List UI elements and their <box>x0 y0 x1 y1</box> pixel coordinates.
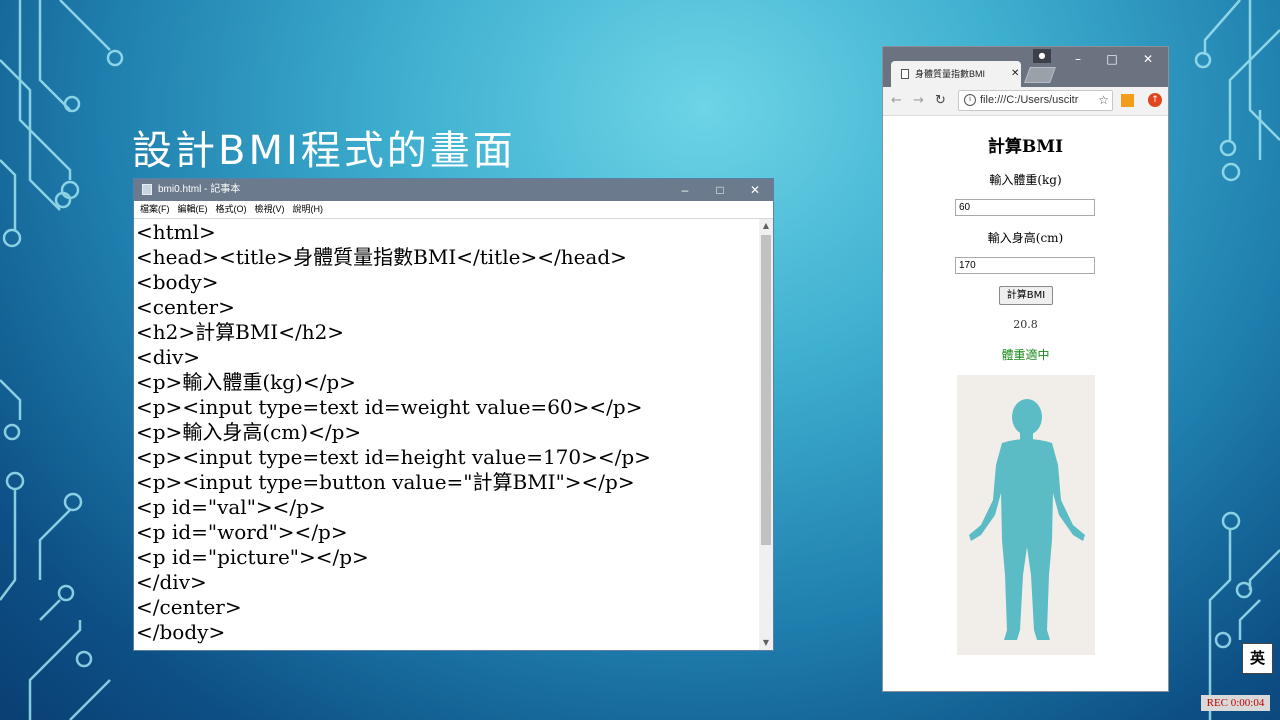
scroll-down-icon[interactable]: ▼ <box>759 636 773 650</box>
maximize-icon[interactable]: □ <box>703 179 737 201</box>
code-line: <body> <box>136 270 219 294</box>
forward-arrow-icon[interactable]: → <box>913 93 924 109</box>
address-bar[interactable]: i file:///C:/Users/uscitr ☆ <box>958 90 1113 111</box>
calculate-bmi-button[interactable]: 計算BMI <box>999 286 1053 305</box>
menu-format[interactable]: 格式(O) <box>216 201 247 218</box>
web-page: 計算BMI 輸入體重(kg) 輸入身高(cm) 計算BMI 20.8 體重適中 <box>883 116 1168 691</box>
notepad-title: bmi0.html - 記事本 <box>158 184 241 195</box>
code-line: <p><input type=text id=weight value=60><… <box>136 395 643 419</box>
body-figure-image <box>957 375 1095 655</box>
code-line: <p><input type=text id=height value=170>… <box>136 445 651 469</box>
weight-label: 輸入體重(kg) <box>989 173 1062 187</box>
code-line: <center> <box>136 295 235 319</box>
close-icon[interactable]: ✕ <box>738 179 772 201</box>
recording-indicator: REC 0:00:04 <box>1201 695 1270 711</box>
weight-input[interactable] <box>955 199 1095 216</box>
browser-close-icon[interactable]: ✕ <box>1131 49 1165 69</box>
tab-title: 身體質量指數BMI <box>915 69 986 79</box>
browser-titlebar[interactable]: 身體質量指數BMI ✕ ● – □ ✕ <box>883 47 1168 87</box>
info-icon[interactable]: i <box>964 94 976 107</box>
slide-title: 設計BMI程式的畫面 <box>132 128 516 174</box>
browser-maximize-icon[interactable]: □ <box>1095 49 1129 69</box>
notepad-menubar: 檔案(F) 編輯(E) 格式(O) 檢視(V) 說明(H) <box>134 201 773 219</box>
notepad-icon <box>142 184 152 195</box>
code-line: <html> <box>136 220 216 244</box>
back-arrow-icon[interactable]: ← <box>891 93 902 109</box>
document-icon <box>901 69 909 79</box>
address-text: file:///C:/Users/uscitr <box>980 94 1079 106</box>
browser-window: 身體質量指數BMI ✕ ● – □ ✕ ← → ↻ i file:///C:/Us… <box>882 46 1169 692</box>
bmi-category: 體重適中 <box>1001 348 1050 362</box>
ime-indicator[interactable]: 英 <box>1242 643 1273 674</box>
tab-close-icon[interactable]: ✕ <box>1011 61 1019 87</box>
code-line: <p id="val"></p> <box>136 495 326 519</box>
browser-toolbar: ← → ↻ i file:///C:/Users/uscitr ☆ ↑ <box>883 87 1168 116</box>
code-line: <head><title>身體質量指數BMI</title></head> <box>136 245 627 269</box>
bookmark-star-icon[interactable]: ☆ <box>1098 91 1109 110</box>
minimize-icon[interactable]: – <box>668 179 702 201</box>
notepad-scrollbar[interactable]: ▲ ▼ <box>759 219 773 650</box>
code-line: <p>輸入身高(cm)</p> <box>136 420 362 444</box>
menu-help[interactable]: 說明(H) <box>293 201 324 218</box>
browser-minimize-icon[interactable]: – <box>1061 49 1095 69</box>
height-input[interactable] <box>955 257 1095 274</box>
page-heading: 計算BMI <box>987 137 1064 157</box>
code-line: <div> <box>136 345 201 369</box>
extension-icon[interactable] <box>1121 94 1134 107</box>
new-tab-button[interactable] <box>1024 67 1056 83</box>
browser-tab[interactable]: 身體質量指數BMI ✕ <box>891 61 1021 87</box>
code-line: <p id="word"></p> <box>136 520 348 544</box>
extension-alert-icon[interactable]: ↑ <box>1148 93 1162 107</box>
scroll-up-icon[interactable]: ▲ <box>759 219 773 233</box>
code-line: </div> <box>136 570 207 594</box>
menu-file[interactable]: 檔案(F) <box>140 201 170 218</box>
code-line: <h2>計算BMI</h2> <box>136 320 345 344</box>
profile-icon[interactable]: ● <box>1033 49 1051 63</box>
notepad-window: bmi0.html - 記事本 – □ ✕ 檔案(F) 編輯(E) 格式(O) 檢視(… <box>133 178 774 651</box>
bmi-value: 20.8 <box>1013 318 1038 331</box>
notepad-text-area[interactable]: <html> <head><title>身體質量指數BMI</title></he… <box>136 220 757 648</box>
notepad-titlebar[interactable]: bmi0.html - 記事本 – □ ✕ <box>134 179 773 201</box>
height-label: 輸入身高(cm) <box>987 231 1064 245</box>
code-line: </center> <box>136 595 242 619</box>
menu-edit[interactable]: 編輯(E) <box>178 201 208 218</box>
scroll-thumb[interactable] <box>761 235 771 545</box>
code-line: <p>輸入體重(kg)</p> <box>136 370 356 394</box>
menu-view[interactable]: 檢視(V) <box>255 201 285 218</box>
code-line: </body> <box>136 620 226 644</box>
code-line: <p id="picture"></p> <box>136 545 369 569</box>
human-silhouette-icon <box>969 399 1085 640</box>
reload-icon[interactable]: ↻ <box>935 93 946 109</box>
code-line: <p><input type=button value="計算BMI"></p> <box>136 470 635 494</box>
